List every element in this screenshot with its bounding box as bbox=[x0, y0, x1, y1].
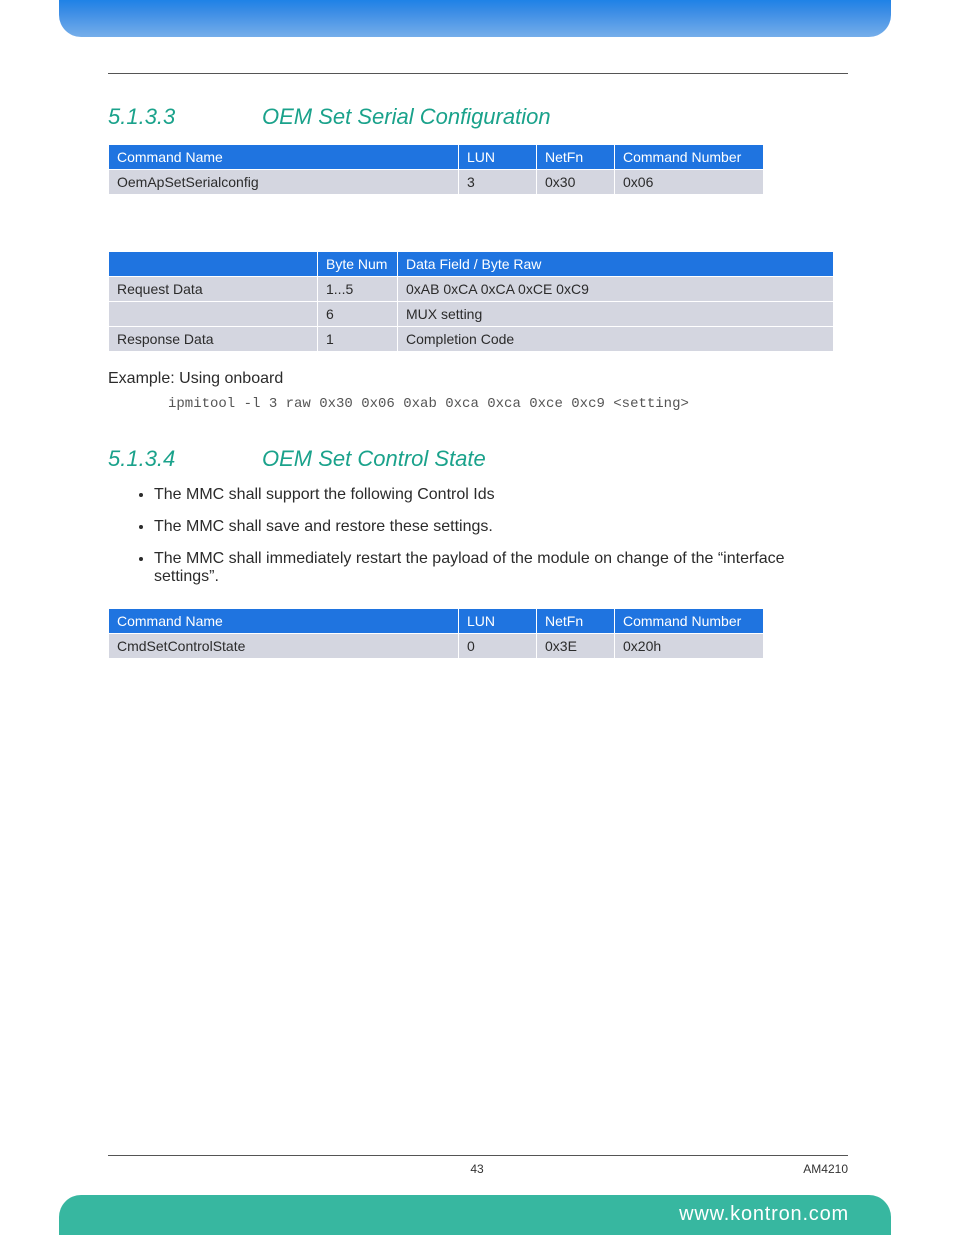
section-title: OEM Set Control State bbox=[262, 446, 486, 472]
td-field: Completion Code bbox=[398, 327, 834, 352]
list-item: The MMC shall support the following Cont… bbox=[154, 486, 848, 504]
th-command-name: Command Name bbox=[109, 145, 459, 170]
th-netfn: NetFn bbox=[537, 609, 615, 634]
spacer bbox=[108, 213, 848, 251]
th-command-number: Command Number bbox=[615, 145, 764, 170]
td-command-name: CmdSetControlState bbox=[109, 634, 459, 659]
example-command: ipmitool -l 3 raw 0x30 0x06 0xab 0xca 0x… bbox=[168, 396, 848, 412]
list-item: The MMC shall immediately restart the pa… bbox=[154, 550, 848, 586]
td-field: MUX setting bbox=[398, 302, 834, 327]
td-command-name: OemApSetSerialconfig bbox=[109, 170, 459, 195]
table-header-row: Command Name LUN NetFn Command Number bbox=[109, 609, 764, 634]
top-rule bbox=[108, 73, 848, 74]
document-id: AM4210 bbox=[803, 1162, 848, 1176]
section-title: OEM Set Serial Configuration bbox=[262, 104, 551, 130]
td-byte: 1 bbox=[318, 327, 398, 352]
command-table-5133: Command Name LUN NetFn Command Number Oe… bbox=[108, 144, 764, 195]
td-byte: 1...5 bbox=[318, 277, 398, 302]
td-lun: 3 bbox=[459, 170, 537, 195]
td-field: 0xAB 0xCA 0xCA 0xCE 0xC9 bbox=[398, 277, 834, 302]
page-content: 5.1.3.3 OEM Set Serial Configuration Com… bbox=[108, 73, 848, 677]
th-command-name: Command Name bbox=[109, 609, 459, 634]
td-netfn: 0x30 bbox=[537, 170, 615, 195]
td-command-number: 0x06 bbox=[615, 170, 764, 195]
footer-rule bbox=[108, 1155, 848, 1156]
td-label: Request Data bbox=[109, 277, 318, 302]
section-heading-5134: 5.1.3.4 OEM Set Control State bbox=[108, 446, 848, 472]
table-row: Response Data 1 Completion Code bbox=[109, 327, 834, 352]
example-label: Example: Using onboard bbox=[108, 370, 848, 388]
th-blank bbox=[109, 252, 318, 277]
th-lun: LUN bbox=[459, 609, 537, 634]
td-byte: 6 bbox=[318, 302, 398, 327]
table-row: 6 MUX setting bbox=[109, 302, 834, 327]
top-banner bbox=[59, 0, 891, 37]
table-header-row: Command Name LUN NetFn Command Number bbox=[109, 145, 764, 170]
bullet-list-5134: The MMC shall support the following Cont… bbox=[108, 486, 848, 586]
command-table-5134: Command Name LUN NetFn Command Number Cm… bbox=[108, 608, 764, 659]
section-number: 5.1.3.3 bbox=[108, 104, 262, 130]
bottom-banner: www.kontron.com bbox=[59, 1195, 891, 1235]
td-label: Response Data bbox=[109, 327, 318, 352]
table-row: OemApSetSerialconfig 3 0x30 0x06 bbox=[109, 170, 764, 195]
table-row: CmdSetControlState 0 0x3E 0x20h bbox=[109, 634, 764, 659]
td-netfn: 0x3E bbox=[537, 634, 615, 659]
td-command-number: 0x20h bbox=[615, 634, 764, 659]
th-netfn: NetFn bbox=[537, 145, 615, 170]
table-row: Request Data 1...5 0xAB 0xCA 0xCA 0xCE 0… bbox=[109, 277, 834, 302]
data-table-5133: Byte Num Data Field / Byte Raw Request D… bbox=[108, 251, 834, 352]
th-data-field: Data Field / Byte Raw bbox=[398, 252, 834, 277]
section-number: 5.1.3.4 bbox=[108, 446, 262, 472]
th-command-number: Command Number bbox=[615, 609, 764, 634]
th-lun: LUN bbox=[459, 145, 537, 170]
th-byte-num: Byte Num bbox=[318, 252, 398, 277]
list-item: The MMC shall save and restore these set… bbox=[154, 518, 848, 536]
td-lun: 0 bbox=[459, 634, 537, 659]
section-heading-5133: 5.1.3.3 OEM Set Serial Configuration bbox=[108, 104, 848, 130]
td-label bbox=[109, 302, 318, 327]
footer-url: www.kontron.com bbox=[679, 1203, 849, 1226]
table-header-row: Byte Num Data Field / Byte Raw bbox=[109, 252, 834, 277]
